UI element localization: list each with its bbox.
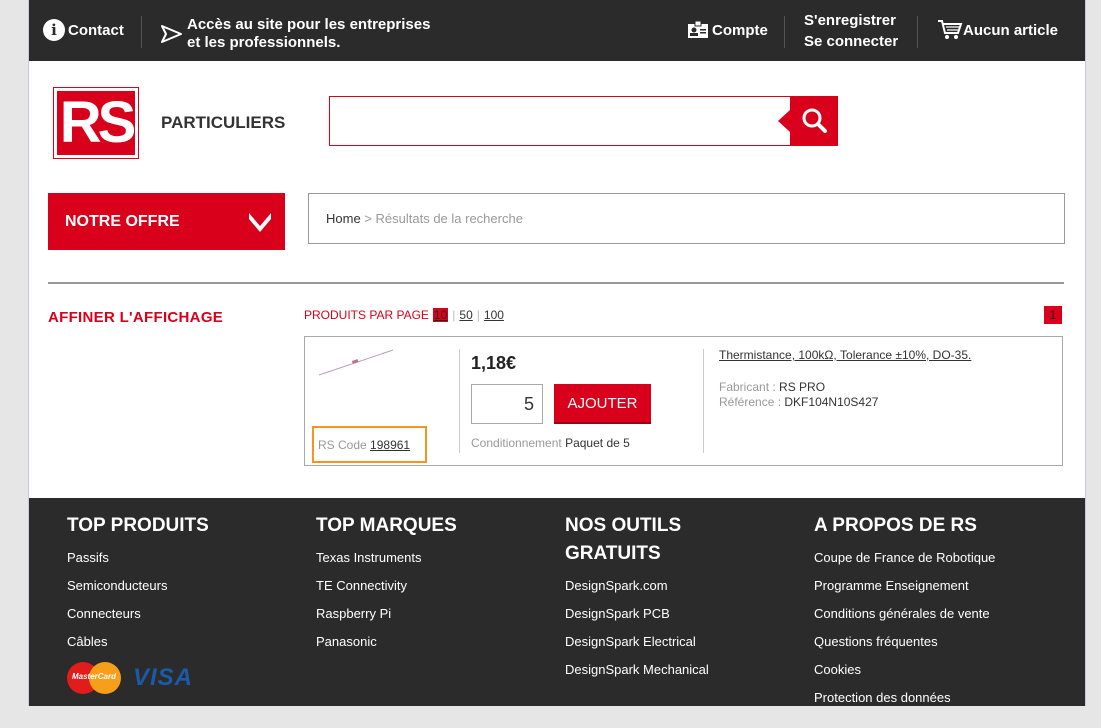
breadcrumb: Home > Résultats de la recherche: [308, 193, 1065, 244]
footer-heading-line2: GRATUITS: [565, 543, 661, 564]
footer-heading: NOS OUTILS GRATUITS: [565, 512, 709, 568]
product-title-link[interactable]: Thermistance, 100kΩ, Tolerance ±10%, DO-…: [719, 348, 971, 362]
product-meta: Fabricant : RS PRO Référence : DKF104N10…: [719, 380, 878, 410]
search-button[interactable]: [778, 96, 838, 146]
footer-link[interactable]: Conditions générales de vente: [814, 600, 995, 628]
rs-code-link[interactable]: 198961: [370, 438, 410, 452]
footer-col-about: A PROPOS DE RS Coupe de France de Roboti…: [814, 512, 995, 706]
send-arrow-icon: [161, 25, 182, 43]
divider: [917, 16, 918, 48]
id-card-icon: [688, 20, 708, 38]
footer-link[interactable]: Connecteurs: [67, 600, 209, 628]
separator: |: [476, 308, 480, 322]
footer-link[interactable]: Passifs: [67, 544, 209, 572]
reference-value: DKF104N10S427: [784, 395, 879, 409]
product-card: RS Code 198961 1,18€ 5 AJOUTER Condition…: [304, 336, 1063, 466]
register-link[interactable]: S'enregistrer: [804, 12, 898, 30]
account-label: Compte: [712, 21, 768, 39]
offer-menu-button[interactable]: NOTRE OFFRE: [48, 193, 285, 250]
manufacturer-label: Fabricant :: [719, 380, 776, 394]
divider: [703, 349, 704, 453]
top-bar: i Contact Accès au site pour les entrepr…: [29, 0, 1085, 61]
packaging-info: Conditionnement Paquet de 5: [471, 436, 630, 450]
footer-link[interactable]: TE Connectivity: [316, 572, 457, 600]
footer-link[interactable]: DesignSpark Electrical: [565, 628, 709, 656]
footer: TOP PRODUITS Passifs Semiconducteurs Con…: [29, 498, 1085, 706]
footer-heading: TOP MARQUES: [316, 515, 457, 536]
pro-site-link[interactable]: Accès au site pour les entreprises et le…: [161, 16, 430, 52]
footer-col-top-products: TOP PRODUITS Passifs Semiconducteurs Con…: [67, 512, 209, 656]
product-image[interactable]: [317, 347, 397, 379]
footer-col-top-brands: TOP MARQUES Texas Instruments TE Connect…: [316, 512, 457, 656]
footer-link[interactable]: DesignSpark PCB: [565, 600, 709, 628]
per-page-option-50[interactable]: 50: [459, 308, 472, 322]
search-input[interactable]: [329, 96, 791, 146]
page-number-current[interactable]: 1: [1044, 306, 1062, 324]
cart-icon: [938, 20, 963, 39]
footer-heading-line1: NOS OUTILS: [565, 515, 682, 536]
cart-link[interactable]: Aucun article: [937, 19, 1058, 41]
per-page-option-10[interactable]: 10: [432, 308, 449, 322]
header: RS PARTICULIERS: [29, 61, 1085, 191]
cart-label: Aucun article: [963, 21, 1059, 39]
breadcrumb-separator: >: [360, 211, 376, 226]
mastercard-text: MasterCard: [71, 672, 116, 681]
divider: [141, 16, 142, 48]
search-bar: [329, 96, 838, 146]
rs-logo-text: RS: [57, 91, 136, 155]
packaging-label: Conditionnement: [471, 436, 562, 450]
login-link[interactable]: Se connecter: [804, 33, 898, 51]
footer-link[interactable]: Cookies: [814, 656, 995, 684]
footer-link[interactable]: Questions fréquentes: [814, 628, 995, 656]
visa-logo: VISA: [133, 664, 194, 691]
divider: [784, 16, 785, 48]
quantity-input[interactable]: 5: [471, 384, 543, 424]
footer-link[interactable]: Coupe de France de Robotique: [814, 544, 995, 572]
footer-link[interactable]: Texas Instruments: [316, 544, 457, 572]
info-icon: i: [43, 19, 65, 41]
pro-site-line2: et les professionnels.: [187, 34, 341, 51]
auth-links: S'enregistrer Se connecter: [804, 12, 898, 51]
account-link[interactable]: Compte: [687, 20, 768, 40]
breadcrumb-current: Résultats de la recherche: [375, 211, 523, 226]
rs-code-box: RS Code 198961: [312, 426, 427, 463]
refine-title: AFFINER L'AFFICHAGE: [48, 309, 224, 326]
footer-link[interactable]: DesignSpark.com: [565, 572, 709, 600]
packaging-value: Paquet de 5: [565, 436, 630, 450]
footer-link[interactable]: Programme Enseignement: [814, 572, 995, 600]
payment-logos: MasterCard VISA: [67, 662, 193, 694]
breadcrumb-home[interactable]: Home: [326, 211, 361, 226]
chevron-down-icon: [249, 213, 271, 232]
segment-label: PARTICULIERS: [161, 113, 286, 132]
footer-link[interactable]: Raspberry Pi: [316, 600, 457, 628]
footer-link[interactable]: DesignSpark Mechanical: [565, 656, 709, 684]
rs-code-label: RS Code: [318, 438, 367, 452]
mastercard-logo: MasterCard: [67, 662, 121, 694]
pro-site-line1: Accès au site pour les entreprises: [187, 16, 431, 33]
footer-link[interactable]: Semiconducteurs: [67, 572, 209, 600]
footer-col-tools: NOS OUTILS GRATUITS DesignSpark.com Desig…: [565, 512, 709, 684]
add-to-cart-button[interactable]: AJOUTER: [554, 384, 651, 424]
divider: [48, 282, 1064, 284]
separator: |: [452, 308, 456, 322]
per-page-label: PRODUITS PAR PAGE: [304, 308, 429, 322]
per-page-option-100[interactable]: 100: [484, 308, 504, 322]
search-icon: [802, 108, 827, 133]
footer-heading: A PROPOS DE RS: [814, 515, 977, 536]
divider: [459, 349, 460, 453]
contact-label: Contact: [68, 21, 124, 39]
reference-label: Référence :: [719, 395, 782, 409]
offer-label: NOTRE OFFRE: [65, 213, 180, 230]
product-price: 1,18€: [471, 353, 517, 373]
page: i Contact Accès au site pour les entrepr…: [28, 0, 1086, 706]
manufacturer-value: RS PRO: [779, 380, 826, 394]
rs-logo[interactable]: RS: [53, 87, 139, 159]
footer-heading: TOP PRODUITS: [67, 515, 209, 536]
per-page-selector: PRODUITS PAR PAGE 10 | 50 | 100: [304, 308, 504, 322]
footer-link[interactable]: Panasonic: [316, 628, 457, 656]
contact-link[interactable]: i Contact: [43, 19, 124, 41]
footer-link[interactable]: Câbles: [67, 628, 209, 656]
footer-link[interactable]: Protection des données: [814, 684, 995, 706]
